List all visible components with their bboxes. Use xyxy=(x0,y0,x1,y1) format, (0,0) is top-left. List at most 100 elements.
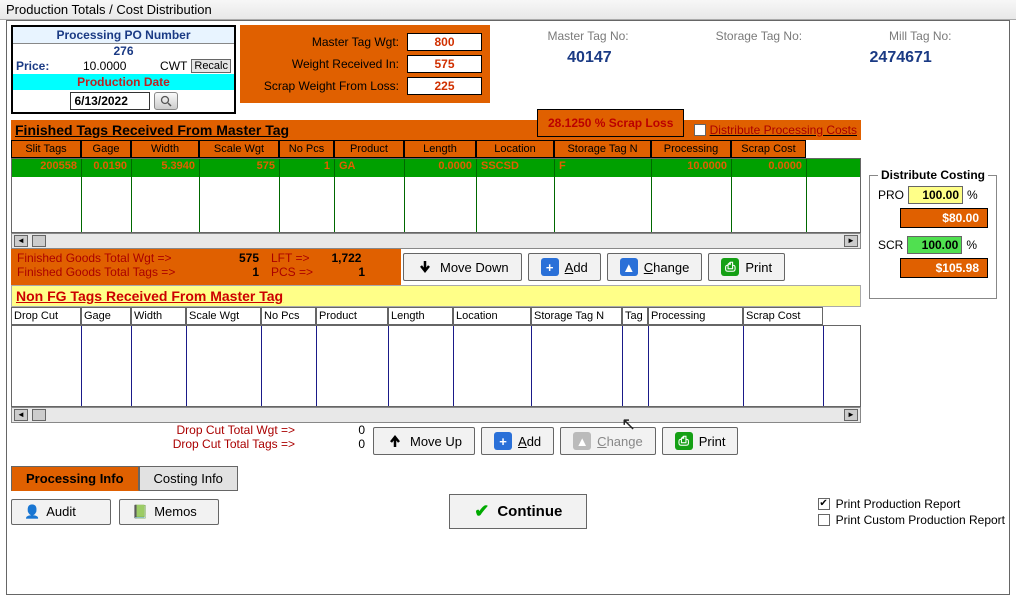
finished-tags-grid[interactable]: 2005580.01905.39405751GA0.0000SSCSDF10.0… xyxy=(11,158,861,233)
tab-costing-info[interactable]: Costing Info xyxy=(139,466,238,491)
memos-button[interactable]: 📗 Memos xyxy=(119,499,219,525)
column-header[interactable]: Processing xyxy=(651,140,731,158)
column-header[interactable]: No Pcs xyxy=(279,140,334,158)
finished-tags-hscroll[interactable]: ◄ ► xyxy=(11,233,861,249)
fg-lft-value: 1,722 xyxy=(321,251,361,265)
scroll-right-button[interactable]: ► xyxy=(844,409,858,421)
triangle-icon: ▲ xyxy=(573,432,591,450)
master-tag-wgt-label: Master Tag Wgt: xyxy=(248,35,399,49)
print-custom-report-checkbox[interactable]: Print Custom Production Report xyxy=(818,513,1005,527)
scroll-thumb[interactable] xyxy=(32,235,46,247)
move-down-button[interactable]: Move Down xyxy=(403,253,522,281)
column-header[interactable]: Length xyxy=(388,307,453,325)
scroll-right-button[interactable]: ► xyxy=(844,235,858,247)
master-tag-no-label: Master Tag No: xyxy=(547,29,628,43)
pro-amount: $80.00 xyxy=(900,208,988,228)
cell[interactable]: 575 xyxy=(200,159,280,177)
fg-total-wgt-label: Finished Goods Total Wgt => xyxy=(17,251,207,265)
print-button[interactable]: ⎙ Print xyxy=(708,253,785,281)
column-header[interactable]: Storage Tag N xyxy=(531,307,622,325)
triangle-icon: ▲ xyxy=(620,258,638,276)
cell[interactable]: 10.0000 xyxy=(652,159,732,177)
print-custom-report-label: Print Custom Production Report xyxy=(836,513,1005,527)
recalc-button[interactable]: Recalc xyxy=(191,59,231,73)
continue-button[interactable]: ✔ Continue xyxy=(449,494,587,529)
change-label-2: Change xyxy=(597,434,643,449)
cell[interactable]: 0.0000 xyxy=(732,159,807,177)
po-number: 276 xyxy=(13,44,234,58)
distribute-costs-checkbox[interactable]: Distribute Processing Costs xyxy=(694,123,857,137)
column-header[interactable]: Processing xyxy=(648,307,743,325)
scr-pct-input[interactable]: 100.00 xyxy=(907,236,962,254)
column-header[interactable]: Width xyxy=(131,307,186,325)
column-header[interactable]: Storage Tag N xyxy=(554,140,651,158)
arrow-down-icon xyxy=(416,258,434,276)
add-button[interactable]: + Add xyxy=(528,253,601,281)
column-header[interactable]: Slit Tags xyxy=(11,140,81,158)
price-label: Price: xyxy=(16,59,49,73)
column-header[interactable]: Width xyxy=(131,140,199,158)
non-fg-columns: Drop CutGageWidthScale WgtNo PcsProductL… xyxy=(11,307,861,325)
non-fg-grid[interactable] xyxy=(11,325,861,407)
column-header[interactable]: Location xyxy=(453,307,531,325)
change-label: Change xyxy=(644,260,690,275)
date-lookup-button[interactable] xyxy=(154,92,178,110)
column-header[interactable]: Scale Wgt xyxy=(186,307,261,325)
audit-button[interactable]: 👤 Audit xyxy=(11,499,111,525)
mill-tag-no-label: Mill Tag No: xyxy=(889,29,951,43)
finished-totals-panel: Finished Goods Total Wgt => 575 LFT => 1… xyxy=(11,249,401,285)
plus-icon: + xyxy=(494,432,512,450)
cell[interactable]: 5.3940 xyxy=(132,159,200,177)
non-fg-hscroll[interactable]: ◄ ► xyxy=(11,407,861,423)
check-icon: ✔ xyxy=(474,501,489,522)
print-button-2[interactable]: ⎙ Print xyxy=(662,427,739,455)
pct-label-2: % xyxy=(966,238,977,252)
magnifier-icon xyxy=(160,95,172,107)
finished-tags-heading-text: Finished Tags Received From Master Tag xyxy=(15,122,289,138)
change-button[interactable]: ▲ Change xyxy=(607,253,703,281)
tag-numbers-panel: Master Tag No: Storage Tag No: Mill Tag … xyxy=(494,25,1005,71)
pro-pct-input[interactable]: 100.00 xyxy=(908,186,963,204)
pro-label: PRO xyxy=(878,188,904,202)
column-header[interactable]: Drop Cut xyxy=(11,307,81,325)
column-header[interactable]: Scrap Cost xyxy=(731,140,806,158)
scroll-thumb[interactable] xyxy=(32,409,46,421)
column-header[interactable]: Scrap Cost xyxy=(743,307,823,325)
cell[interactable]: F xyxy=(555,159,652,177)
column-header[interactable]: Gage xyxy=(81,140,131,158)
add-label-2: Add xyxy=(518,434,541,449)
move-up-button[interactable]: Move Up xyxy=(373,427,475,455)
cell[interactable]: 200558 xyxy=(12,159,82,177)
cell[interactable]: 0.0190 xyxy=(82,159,132,177)
scrap-loss-indicator: 28.1250 % Scrap Loss xyxy=(537,109,684,137)
scroll-left-button[interactable]: ◄ xyxy=(14,409,28,421)
cell[interactable]: GA xyxy=(335,159,405,177)
cell[interactable]: SSCSD xyxy=(477,159,555,177)
mill-tag-no-value: 2474671 xyxy=(870,49,932,67)
table-row[interactable]: 2005580.01905.39405751GA0.0000SSCSDF10.0… xyxy=(12,159,860,177)
column-header[interactable]: No Pcs xyxy=(261,307,316,325)
column-header[interactable]: Gage xyxy=(81,307,131,325)
column-header[interactable]: Product xyxy=(316,307,388,325)
scrap-weight-label: Scrap Weight From Loss: xyxy=(248,79,399,93)
column-header[interactable]: Length xyxy=(404,140,476,158)
production-date-input[interactable]: 6/13/2022 xyxy=(70,92,150,110)
scroll-left-button[interactable]: ◄ xyxy=(14,235,28,247)
tab-processing-info[interactable]: Processing Info xyxy=(11,466,139,491)
printer-icon: ⎙ xyxy=(721,258,739,276)
column-header[interactable]: Tag xyxy=(622,307,648,325)
continue-label: Continue xyxy=(497,503,562,520)
print-label: Print xyxy=(745,260,772,275)
add-label: Add xyxy=(565,260,588,275)
move-up-label: Move Up xyxy=(410,434,462,449)
scr-amount: $105.98 xyxy=(900,258,988,278)
column-header[interactable]: Location xyxy=(476,140,554,158)
print-label-2: Print xyxy=(699,434,726,449)
print-production-report-checkbox[interactable]: ✔Print Production Report xyxy=(818,497,1005,511)
column-header[interactable]: Product xyxy=(334,140,404,158)
cell[interactable]: 0.0000 xyxy=(405,159,477,177)
column-header[interactable]: Scale Wgt xyxy=(199,140,279,158)
dc-total-wgt-label: Drop Cut Total Wgt => xyxy=(177,423,296,437)
cell[interactable]: 1 xyxy=(280,159,335,177)
add-button-2[interactable]: + Add xyxy=(481,427,554,455)
